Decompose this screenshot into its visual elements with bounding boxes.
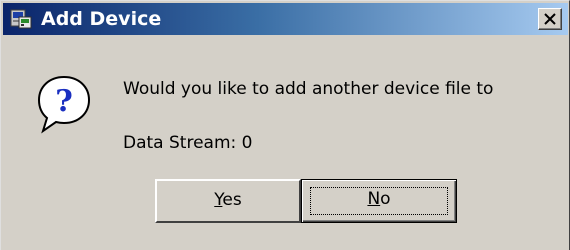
close-button[interactable] (538, 8, 562, 30)
close-icon (544, 13, 556, 25)
no-button[interactable]: No (301, 179, 457, 223)
message-line-2: Data Stream: 0 (123, 133, 253, 153)
dialog-window: Add Device ? Would you like to add anoth… (0, 0, 570, 250)
device-app-icon (9, 7, 35, 31)
title-bar[interactable]: Add Device (3, 3, 568, 35)
yes-button[interactable]: Yes (155, 179, 301, 223)
message-line-1: Would you like to add another device fil… (123, 79, 494, 99)
question-balloon-icon: ? (35, 73, 93, 135)
window-title: Add Device (41, 8, 162, 30)
no-button-label: No (367, 189, 391, 209)
yes-button-label: Yes (214, 190, 242, 210)
svg-text:?: ? (55, 84, 73, 119)
